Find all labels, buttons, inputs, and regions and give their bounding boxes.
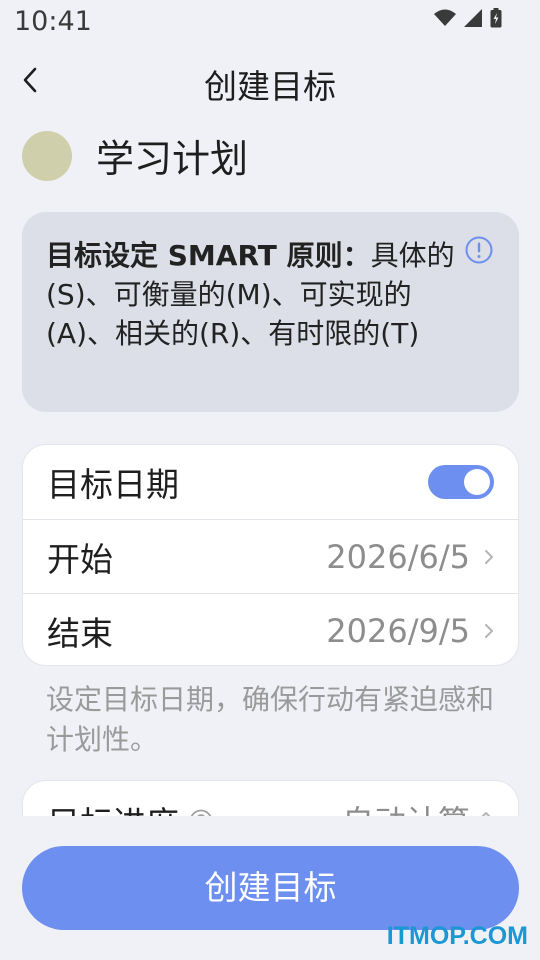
plan-name: 学习计划 [96, 137, 249, 181]
target-date-row: 目标日期 [23, 445, 518, 519]
status-time: 10:41 [14, 6, 92, 37]
smart-tip-title: 目标设定 SMART 原则： [46, 239, 371, 272]
target-progress-value: 自动计算 [342, 797, 470, 816]
progress-card-clip: 目标进度 自动计算 [22, 780, 519, 816]
watermark: ITMOP.COM [386, 922, 528, 950]
status-bar: 10:41 [0, 0, 540, 44]
chevron-right-icon [485, 550, 493, 564]
cellular-signal-icon [464, 9, 482, 27]
start-date-value: 2026/6/5 [326, 537, 470, 576]
start-date-row[interactable]: 开始 2026/6/5 [23, 519, 518, 593]
smart-tip-text: 目标设定 SMART 原则：具体的(S)、可衡量的(M)、可实现的(A)、相关的… [46, 236, 463, 353]
target-progress-row[interactable]: 目标进度 自动计算 [22, 780, 519, 816]
smart-tip-card: 目标设定 SMART 原则：具体的(S)、可衡量的(M)、可实现的(A)、相关的… [22, 212, 519, 412]
chevron-up-icon [481, 812, 491, 816]
target-date-hint: 设定目标日期，确保行动有紧迫感和计划性。 [46, 683, 495, 756]
end-date-row[interactable]: 结束 2026/9/5 [23, 593, 518, 665]
chevron-right-icon [485, 624, 493, 638]
wifi-icon [434, 9, 456, 26]
plan-avatar [22, 130, 72, 181]
battery-icon [490, 8, 502, 28]
target-date-toggle[interactable] [428, 465, 494, 499]
toggle-knob [464, 469, 490, 495]
create-goal-button[interactable]: 创建目标 [22, 846, 519, 930]
end-date-label: 结束 [47, 613, 113, 653]
target-date-card: 目标日期 开始 2026/6/5 结束 2026/9/5 [22, 444, 519, 666]
start-date-label: 开始 [47, 539, 113, 579]
app-bar: 创建目标 [0, 52, 540, 112]
target-date-label: 目标日期 [47, 465, 179, 504]
help-icon[interactable] [189, 809, 213, 816]
page-title: 创建目标 [204, 67, 336, 106]
info-icon[interactable] [465, 236, 493, 264]
end-date-value: 2026/9/5 [326, 611, 470, 650]
target-progress-label: 目标进度 [47, 797, 179, 816]
target-progress-label-wrap: 目标进度 [47, 797, 213, 816]
plan-row[interactable]: 学习计划 [22, 128, 248, 183]
status-icons [434, 8, 502, 28]
